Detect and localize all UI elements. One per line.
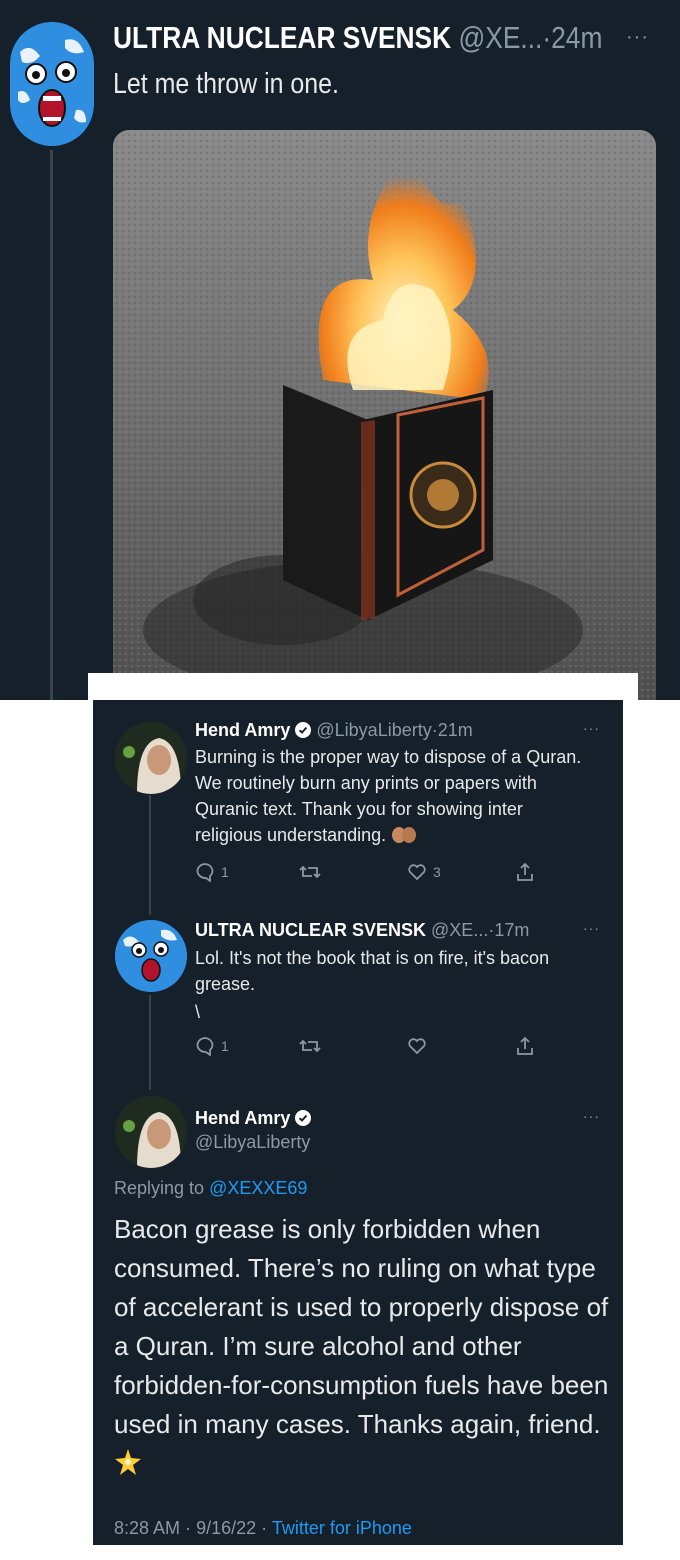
- more-options-icon[interactable]: ···: [583, 1108, 600, 1124]
- reply-icon: [196, 863, 214, 882]
- bottom-screenshot: Hend Amry @LibyaLiberty·21m ··· Burning …: [93, 700, 623, 1545]
- heart-icon: [408, 1038, 426, 1055]
- more-options-icon[interactable]: ···: [583, 920, 600, 936]
- handle[interactable]: @LibyaLiberty: [316, 720, 431, 740]
- replying-to-handle[interactable]: @XEXXE69: [209, 1178, 307, 1198]
- main-tweet-text: Bacon grease is only forbidden when cons…: [114, 1210, 609, 1483]
- tweet-actions: 1 3: [195, 862, 545, 886]
- verified-badge-icon: [295, 720, 316, 740]
- timestamp[interactable]: 24m: [551, 20, 602, 55]
- avatar[interactable]: [115, 722, 187, 794]
- share-icon: [517, 1036, 533, 1055]
- divider: [88, 673, 638, 701]
- display-name[interactable]: Hend Amry: [195, 1108, 290, 1128]
- tweet-text: Burning is the proper way to dispose of …: [195, 744, 590, 848]
- tweet-time[interactable]: 8:28 AM: [114, 1518, 180, 1538]
- reply-button[interactable]: 1: [195, 1036, 229, 1056]
- meme-face-icon: [115, 920, 187, 992]
- top-screenshot: ULTRA NUCLEAR SVENSK @XE...·24m ··· Let …: [0, 0, 680, 700]
- display-name[interactable]: ULTRA NUCLEAR SVENSK: [195, 920, 426, 940]
- display-name[interactable]: ULTRA NUCLEAR SVENSK: [113, 20, 451, 55]
- tweet-text-body: Burning is the proper way to dispose of …: [195, 747, 582, 845]
- profile-photo-icon: [115, 722, 187, 794]
- tweet-meta: 8:28 AM · 9/16/22 · Twitter for iPhone: [114, 1518, 412, 1539]
- handle[interactable]: @XE...: [431, 920, 488, 940]
- thread-line: [149, 995, 151, 1090]
- separator: ·: [261, 1518, 268, 1538]
- profile-photo-icon: [115, 1096, 187, 1168]
- tweet-image[interactable]: [113, 130, 656, 700]
- thread-line: [50, 150, 53, 700]
- tweet-date[interactable]: 9/16/22: [196, 1518, 256, 1538]
- display-name[interactable]: Hend Amry: [195, 720, 290, 740]
- retweet-button[interactable]: [299, 862, 327, 882]
- tweet-header: ULTRA NUCLEAR SVENSK @XE...·24m: [113, 20, 602, 56]
- tweet-actions: 1: [195, 1036, 545, 1060]
- sparkle-icon: [114, 1448, 142, 1478]
- tweet-source[interactable]: Twitter for iPhone: [272, 1518, 412, 1538]
- like-button[interactable]: [407, 1036, 433, 1056]
- retweet-icon: [299, 865, 321, 879]
- replying-to-label: Replying to: [114, 1178, 205, 1198]
- tweet-header: Hend Amry: [195, 1108, 312, 1129]
- share-button[interactable]: [515, 862, 535, 882]
- tweet-text: Lol. It's not the book that is on fire, …: [195, 948, 550, 994]
- verified-badge-icon: [295, 1108, 312, 1128]
- reply-icon: [196, 1037, 214, 1056]
- like-count: 3: [433, 864, 441, 880]
- timestamp[interactable]: 21m: [438, 720, 473, 740]
- reply-button[interactable]: 1: [195, 862, 229, 882]
- replying-to: Replying to @XEXXE69: [114, 1178, 307, 1199]
- handle[interactable]: @XE...: [458, 20, 542, 55]
- separator: ·: [185, 1518, 192, 1538]
- share-icon: [517, 862, 533, 881]
- timestamp[interactable]: 17m: [494, 920, 529, 940]
- reply-count: 1: [221, 864, 229, 880]
- avatar[interactable]: [115, 1096, 187, 1168]
- reply-count: 1: [221, 1038, 229, 1054]
- meme-face-icon: [10, 22, 94, 146]
- handle[interactable]: @LibyaLiberty: [195, 1132, 310, 1153]
- tweet-text-extra: \: [195, 1002, 201, 1022]
- share-button[interactable]: [515, 1036, 535, 1056]
- more-options-icon[interactable]: ···: [583, 720, 600, 736]
- avatar[interactable]: [115, 920, 187, 992]
- retweet-icon: [299, 1039, 321, 1053]
- avatar[interactable]: [10, 22, 94, 146]
- burning-book-image: [113, 130, 656, 700]
- thread-line: [149, 795, 151, 915]
- main-tweet-text-body: Bacon grease is only forbidden when cons…: [114, 1214, 609, 1439]
- heart-icon: [408, 864, 426, 881]
- tweet-header: ULTRA NUCLEAR SVENSK @XE...·17m: [195, 920, 529, 941]
- like-button[interactable]: 3: [407, 862, 441, 882]
- retweet-button[interactable]: [299, 1036, 327, 1056]
- folded-hands-icon: [391, 825, 417, 845]
- tweet-header: Hend Amry @LibyaLiberty·21m: [195, 720, 473, 741]
- more-options-icon[interactable]: ···: [626, 26, 649, 49]
- tweet-text: Let me throw in one.: [113, 68, 339, 100]
